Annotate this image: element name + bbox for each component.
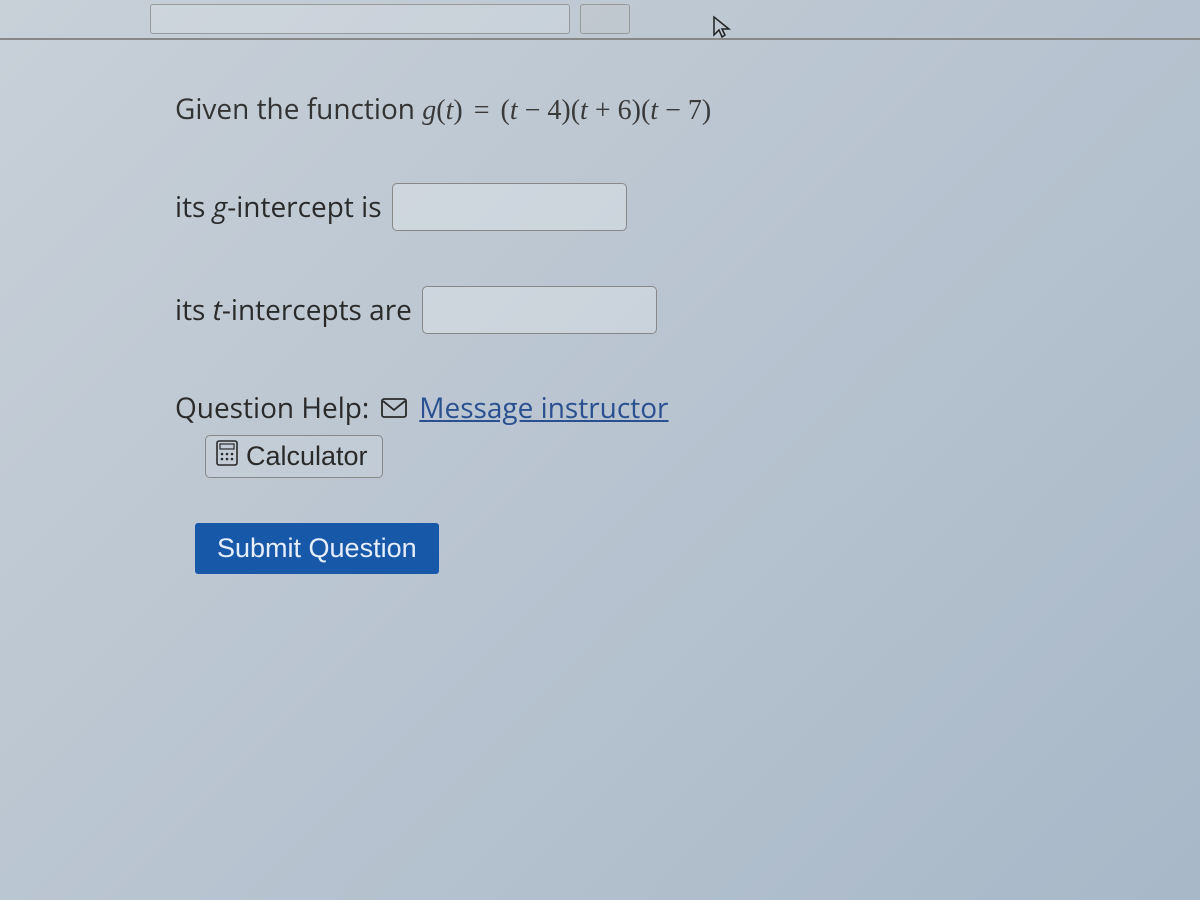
help-label: Question Help: <box>175 389 369 427</box>
t-intercepts-row: its t-intercepts are <box>175 286 1200 334</box>
p1-t: t <box>510 95 518 126</box>
p1-n: 4 <box>547 95 561 126</box>
g-intercept-label: its g-intercept is <box>175 188 382 226</box>
p3-open: ( <box>641 95 650 126</box>
calculator-button[interactable]: Calculator <box>205 435 383 478</box>
mail-icon <box>381 389 407 427</box>
label-var-g: g <box>213 188 228 226</box>
prompt-prefix: Given the function <box>175 90 422 128</box>
help-line: Question Help: Message instructor <box>175 389 1200 427</box>
p2-open: ( <box>571 95 580 126</box>
p2-op: + <box>588 95 618 126</box>
p3-t: t <box>650 95 658 126</box>
top-toolbar-button[interactable] <box>580 4 630 34</box>
label-prefix: its <box>175 291 213 329</box>
p2-t: t <box>580 95 588 126</box>
equals-sign: = <box>470 95 494 126</box>
p3-n: 7 <box>688 95 702 126</box>
p2-close: ) <box>632 95 641 126</box>
g-intercept-input[interactable] <box>392 183 627 231</box>
top-search-area[interactable] <box>150 4 570 34</box>
paren-open: ( <box>436 95 445 126</box>
p1-op: − <box>518 95 548 126</box>
p3-op: − <box>658 95 688 126</box>
t-intercepts-input[interactable] <box>422 286 657 334</box>
question-content: Given the function g(t) = (t − 4)(t + 6)… <box>0 40 1200 574</box>
p1-close: ) <box>561 95 570 126</box>
cursor-icon <box>710 15 734 39</box>
calculator-label: Calculator <box>246 441 368 472</box>
label-suffix: -intercepts are <box>222 291 412 329</box>
label-prefix: its <box>175 188 213 226</box>
message-instructor-link[interactable]: Message instructor <box>419 389 668 427</box>
submit-question-button[interactable]: Submit Question <box>195 523 439 574</box>
p1-open: ( <box>500 95 509 126</box>
p2-n: 6 <box>618 95 632 126</box>
paren-close: ) <box>453 95 469 126</box>
label-var-t: t <box>213 291 222 329</box>
top-toolbar <box>0 0 1200 40</box>
p3-close: ) <box>702 95 711 126</box>
func-g: g <box>422 95 436 126</box>
question-help-section: Question Help: Message instructor <box>175 389 1200 478</box>
t-intercepts-label: its t-intercepts are <box>175 291 412 329</box>
label-suffix: -intercept is <box>227 188 381 226</box>
calculator-icon <box>216 440 238 473</box>
question-prompt: Given the function g(t) = (t − 4)(t + 6)… <box>175 90 1200 128</box>
g-intercept-row: its g-intercept is <box>175 183 1200 231</box>
